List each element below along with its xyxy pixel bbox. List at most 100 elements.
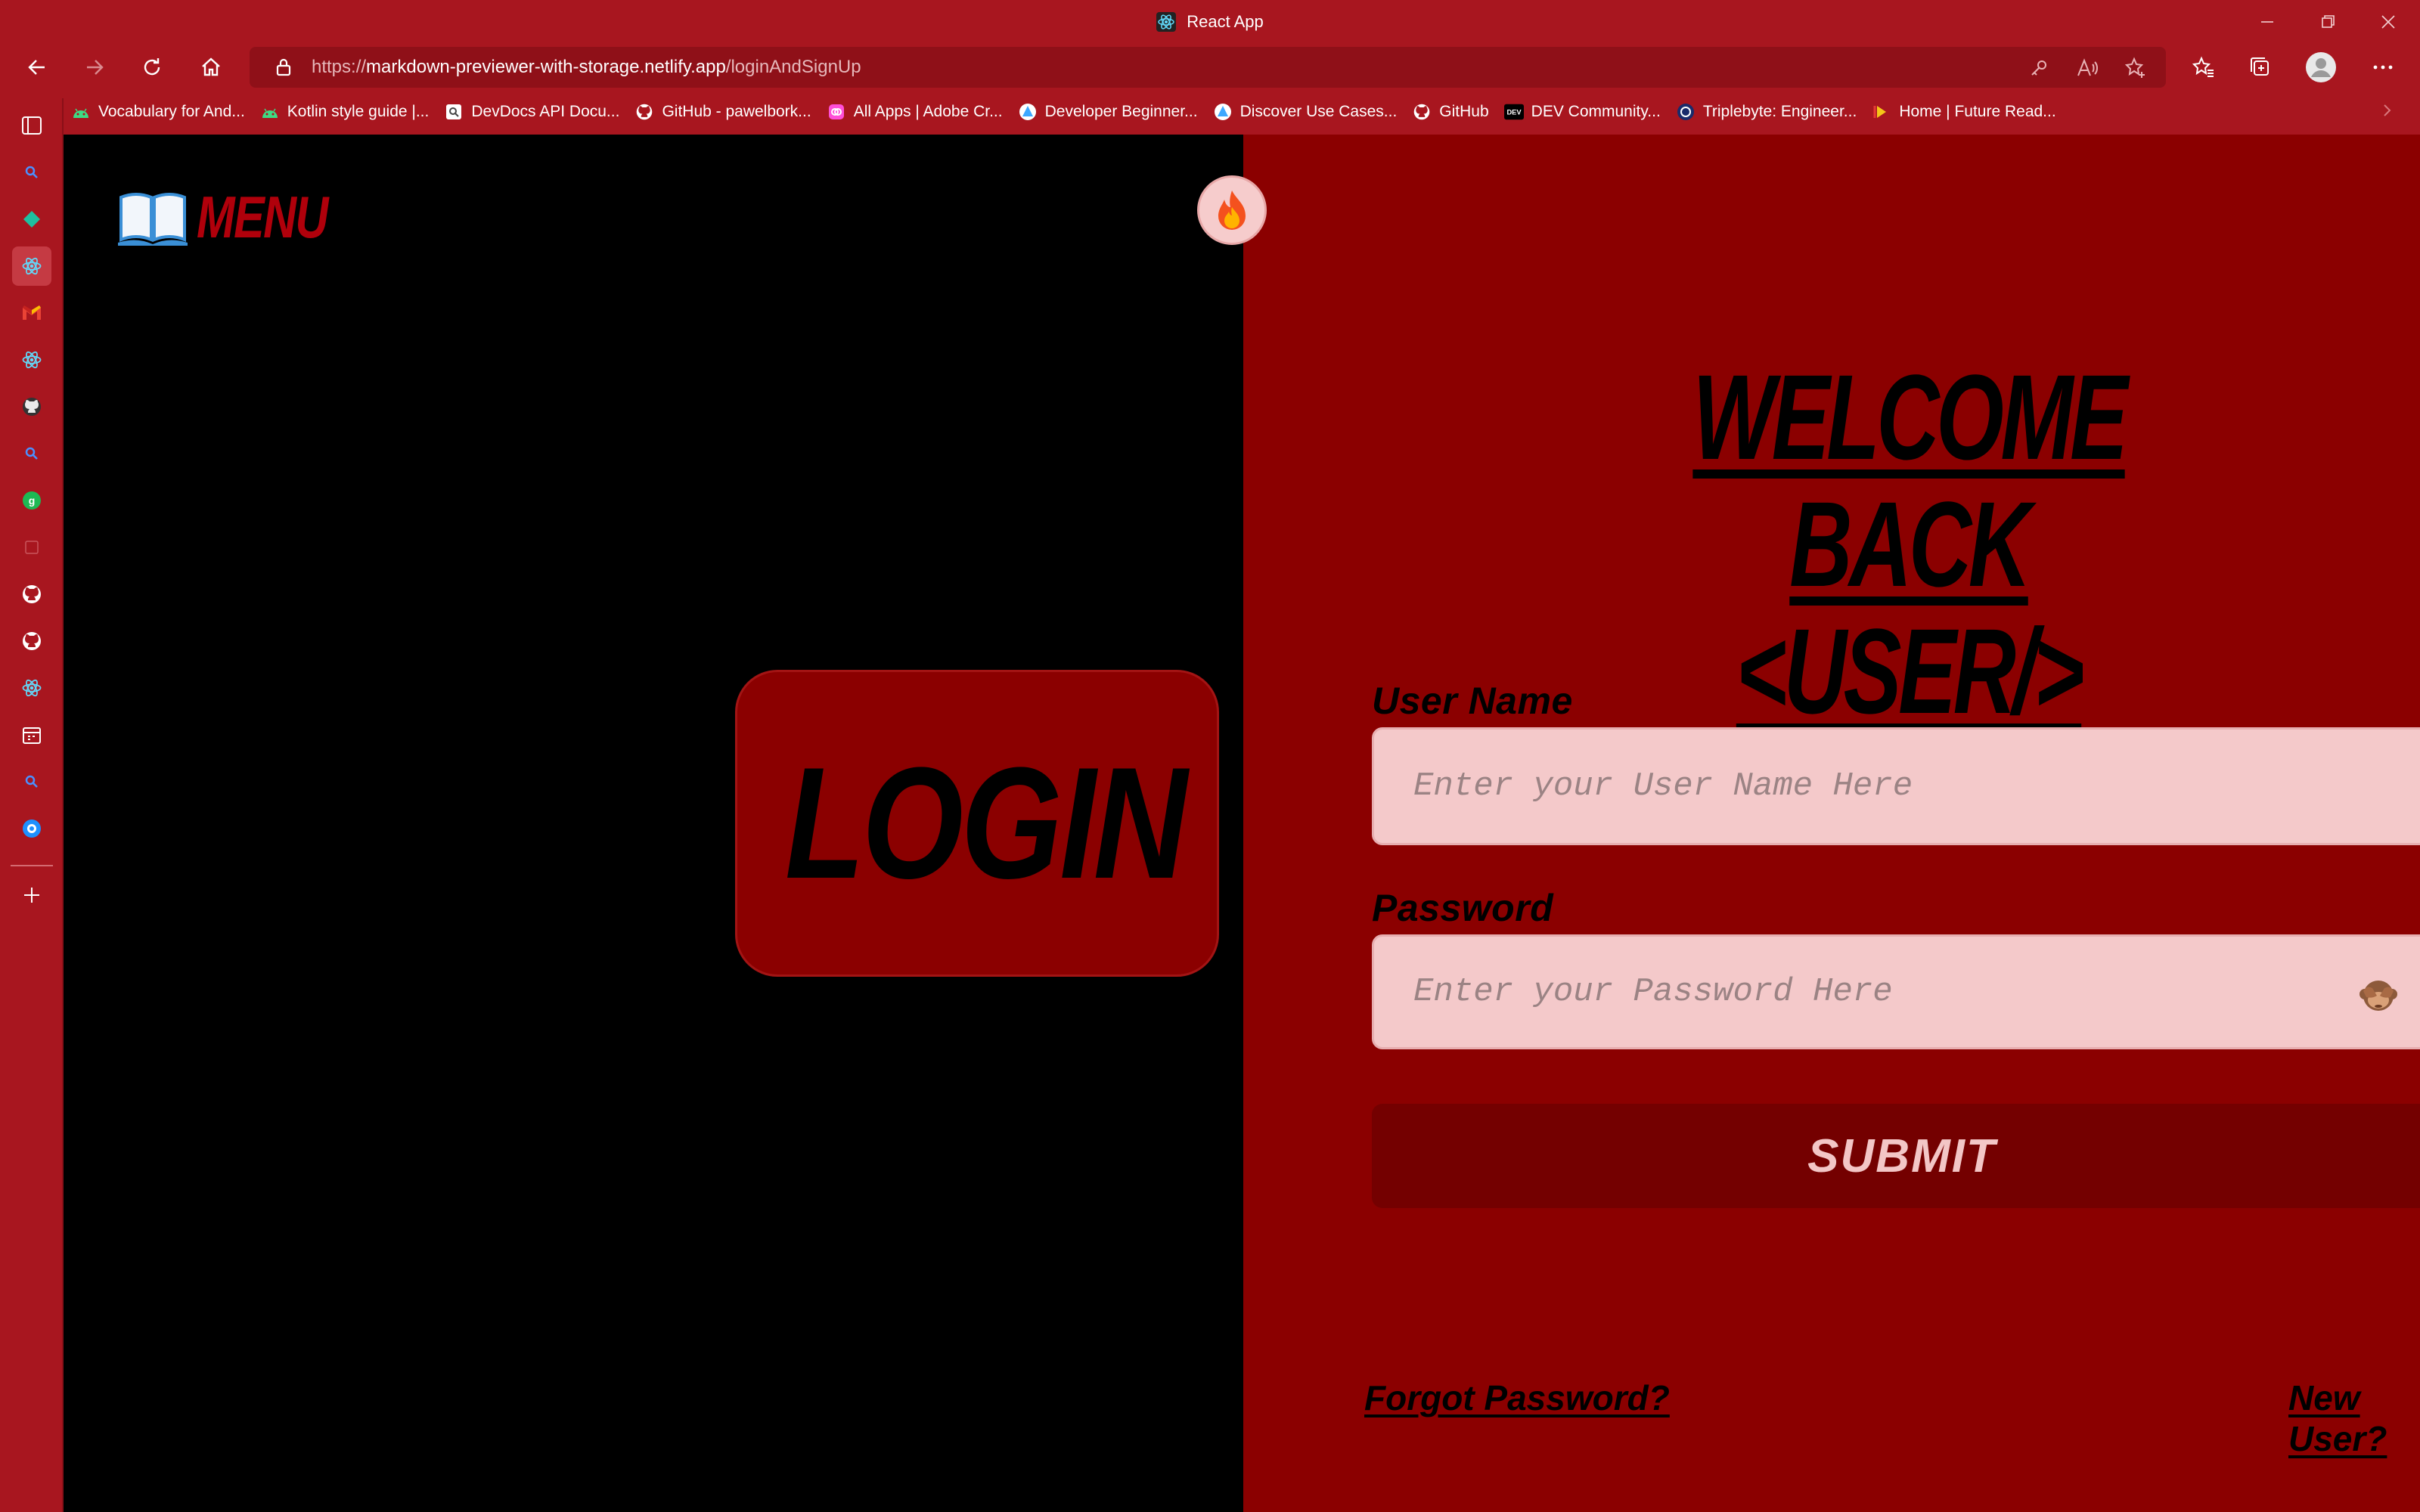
sidebar-tab-search[interactable] xyxy=(12,153,51,192)
welcome-line-1: WELCOME BACK xyxy=(1692,349,2128,612)
lock-icon[interactable] xyxy=(272,56,295,79)
bookmark-item[interactable]: Developer Beginner... xyxy=(1010,95,1205,129)
menu-button[interactable]: MENU xyxy=(116,183,365,251)
bookmark-label: GitHub xyxy=(1439,103,1489,120)
collections-icon xyxy=(2251,57,2269,76)
new-tab-button[interactable] xyxy=(12,875,51,915)
refresh-button[interactable] xyxy=(132,47,172,88)
welcome-heading: WELCOME BACK <USER/> xyxy=(1470,354,2347,735)
password-input[interactable] xyxy=(1374,937,2420,1047)
forward-button[interactable] xyxy=(74,47,115,88)
sidebar-tab-gmail[interactable] xyxy=(12,293,51,333)
globe-icon xyxy=(23,820,41,838)
tab-actions-button[interactable] xyxy=(12,106,51,145)
vertical-tabs-sidebar: g xyxy=(0,98,64,1512)
bookmarks-overflow-button[interactable] xyxy=(2375,98,2399,122)
favorites-icon xyxy=(2192,56,2214,77)
bookmark-item[interactable]: Home | Future Read... xyxy=(1864,95,2063,129)
back-button[interactable] xyxy=(17,47,57,88)
sidebar-tab-react-2[interactable] xyxy=(12,340,51,380)
arrow-right-icon xyxy=(87,60,104,75)
add-favorite-icon[interactable] xyxy=(2124,56,2148,80)
sidebar-tab-blank[interactable] xyxy=(12,528,51,567)
svg-text:DEV: DEV xyxy=(1506,109,1522,116)
sidebar-tab-github-3[interactable] xyxy=(12,621,51,661)
show-password-toggle[interactable] xyxy=(2354,971,2403,1020)
address-bar[interactable]: https://markdown-previewer-with-storage.… xyxy=(250,47,2166,88)
diamond-icon xyxy=(23,211,40,228)
bookmark-item[interactable]: GitHub xyxy=(1404,95,1496,129)
search-icon xyxy=(25,775,38,788)
refresh-icon xyxy=(144,58,160,76)
sidebar-tab-github-2[interactable] xyxy=(12,575,51,614)
bookmark-item[interactable]: GitHub - pawelbork... xyxy=(627,95,818,129)
theme-toggle-button[interactable] xyxy=(1197,175,1267,245)
favorites-button[interactable] xyxy=(2183,47,2223,88)
sidebar-tab-react-active[interactable] xyxy=(12,246,51,286)
dev-icon: DEV xyxy=(1503,102,1524,122)
react-icon xyxy=(1156,12,1177,32)
sidebar-tab-search-3[interactable] xyxy=(12,762,51,801)
close-icon xyxy=(2381,15,2395,29)
page-viewport: MENU LOGIN WELCOME BACK <USER/> User Nam… xyxy=(64,135,2420,1512)
android-icon xyxy=(260,102,280,122)
maximize-button[interactable] xyxy=(2297,0,2358,44)
sidebar-tab-github[interactable] xyxy=(12,387,51,426)
open-book-icon xyxy=(118,193,188,246)
bookmark-label: Developer Beginner... xyxy=(1044,103,1198,120)
new-user-link[interactable]: New User? xyxy=(2288,1377,2420,1459)
url-path: /loginAndSignUp xyxy=(725,57,861,77)
minimize-button[interactable] xyxy=(2237,0,2297,44)
sidebar-tab-react-3[interactable] xyxy=(12,668,51,708)
green-app-icon: g xyxy=(23,491,41,510)
bookmark-item[interactable]: Triplebyte: Engineer... xyxy=(1668,95,1865,129)
bookmark-item[interactable]: DevDocs API Docu... xyxy=(436,95,627,129)
menu-label: MENU xyxy=(197,183,328,250)
sidebar-tab-diamond[interactable] xyxy=(12,200,51,239)
submit-label: SUBMIT xyxy=(1807,1129,1996,1182)
bookmarks-bar: Vocabulary for And... Kotlin style guide … xyxy=(64,95,2420,129)
sidebar-tab-globe[interactable] xyxy=(12,809,51,848)
read-aloud-icon[interactable] xyxy=(2075,56,2099,80)
plus-icon xyxy=(24,888,39,903)
home-icon xyxy=(202,57,220,76)
url-host: markdown-previewer-with-storage.netlify.… xyxy=(366,57,726,77)
bookmark-item[interactable]: Vocabulary for And... xyxy=(64,95,253,129)
react-icon xyxy=(22,351,42,369)
login-tab-button[interactable]: LOGIN xyxy=(735,670,1219,977)
submit-button[interactable]: SUBMIT xyxy=(1372,1104,2420,1208)
search-icon xyxy=(25,166,38,178)
sidebar-tab-search-2[interactable] xyxy=(12,434,51,473)
close-window-button[interactable] xyxy=(2358,0,2418,44)
password-label: Password xyxy=(1372,887,1554,929)
username-input[interactable] xyxy=(1374,730,2420,843)
sidebar-tab-green-app[interactable]: g xyxy=(12,481,51,520)
github-icon xyxy=(23,632,41,650)
settings-more-button[interactable] xyxy=(2363,47,2403,88)
collections-button[interactable] xyxy=(2240,47,2281,88)
triplebyte-icon xyxy=(1676,102,1696,122)
azure-icon xyxy=(1018,102,1038,122)
chevron-right-icon xyxy=(2384,104,2391,116)
url-text[interactable]: https://markdown-previewer-with-storage.… xyxy=(312,57,861,78)
forgot-password-link[interactable]: Forgot Password? xyxy=(1364,1377,1670,1418)
bookmark-item[interactable]: DEV DEV Community... xyxy=(1497,95,1668,129)
profile-button[interactable] xyxy=(2301,47,2341,88)
github-icon xyxy=(1412,102,1432,122)
bookmark-item[interactable]: Discover Use Cases... xyxy=(1205,95,1405,129)
search-icon xyxy=(25,447,38,460)
window-titlebar: React App xyxy=(0,0,2420,44)
password-field-wrapper xyxy=(1372,934,2420,1049)
react-icon xyxy=(22,679,42,697)
bookmark-label: Vocabulary for And... xyxy=(98,103,245,120)
minimize-icon xyxy=(2261,21,2273,23)
bookmark-item[interactable]: All Apps | Adobe Cr... xyxy=(819,95,1010,129)
key-icon[interactable] xyxy=(2027,56,2051,80)
bookmark-item[interactable]: Kotlin style guide |... xyxy=(253,95,437,129)
android-icon xyxy=(71,102,91,122)
bookmark-label: Discover Use Cases... xyxy=(1239,103,1398,120)
sidebar-tab-calendar[interactable] xyxy=(12,715,51,754)
future-icon xyxy=(1872,102,1891,122)
github-icon xyxy=(634,102,654,122)
home-button[interactable] xyxy=(191,47,231,88)
